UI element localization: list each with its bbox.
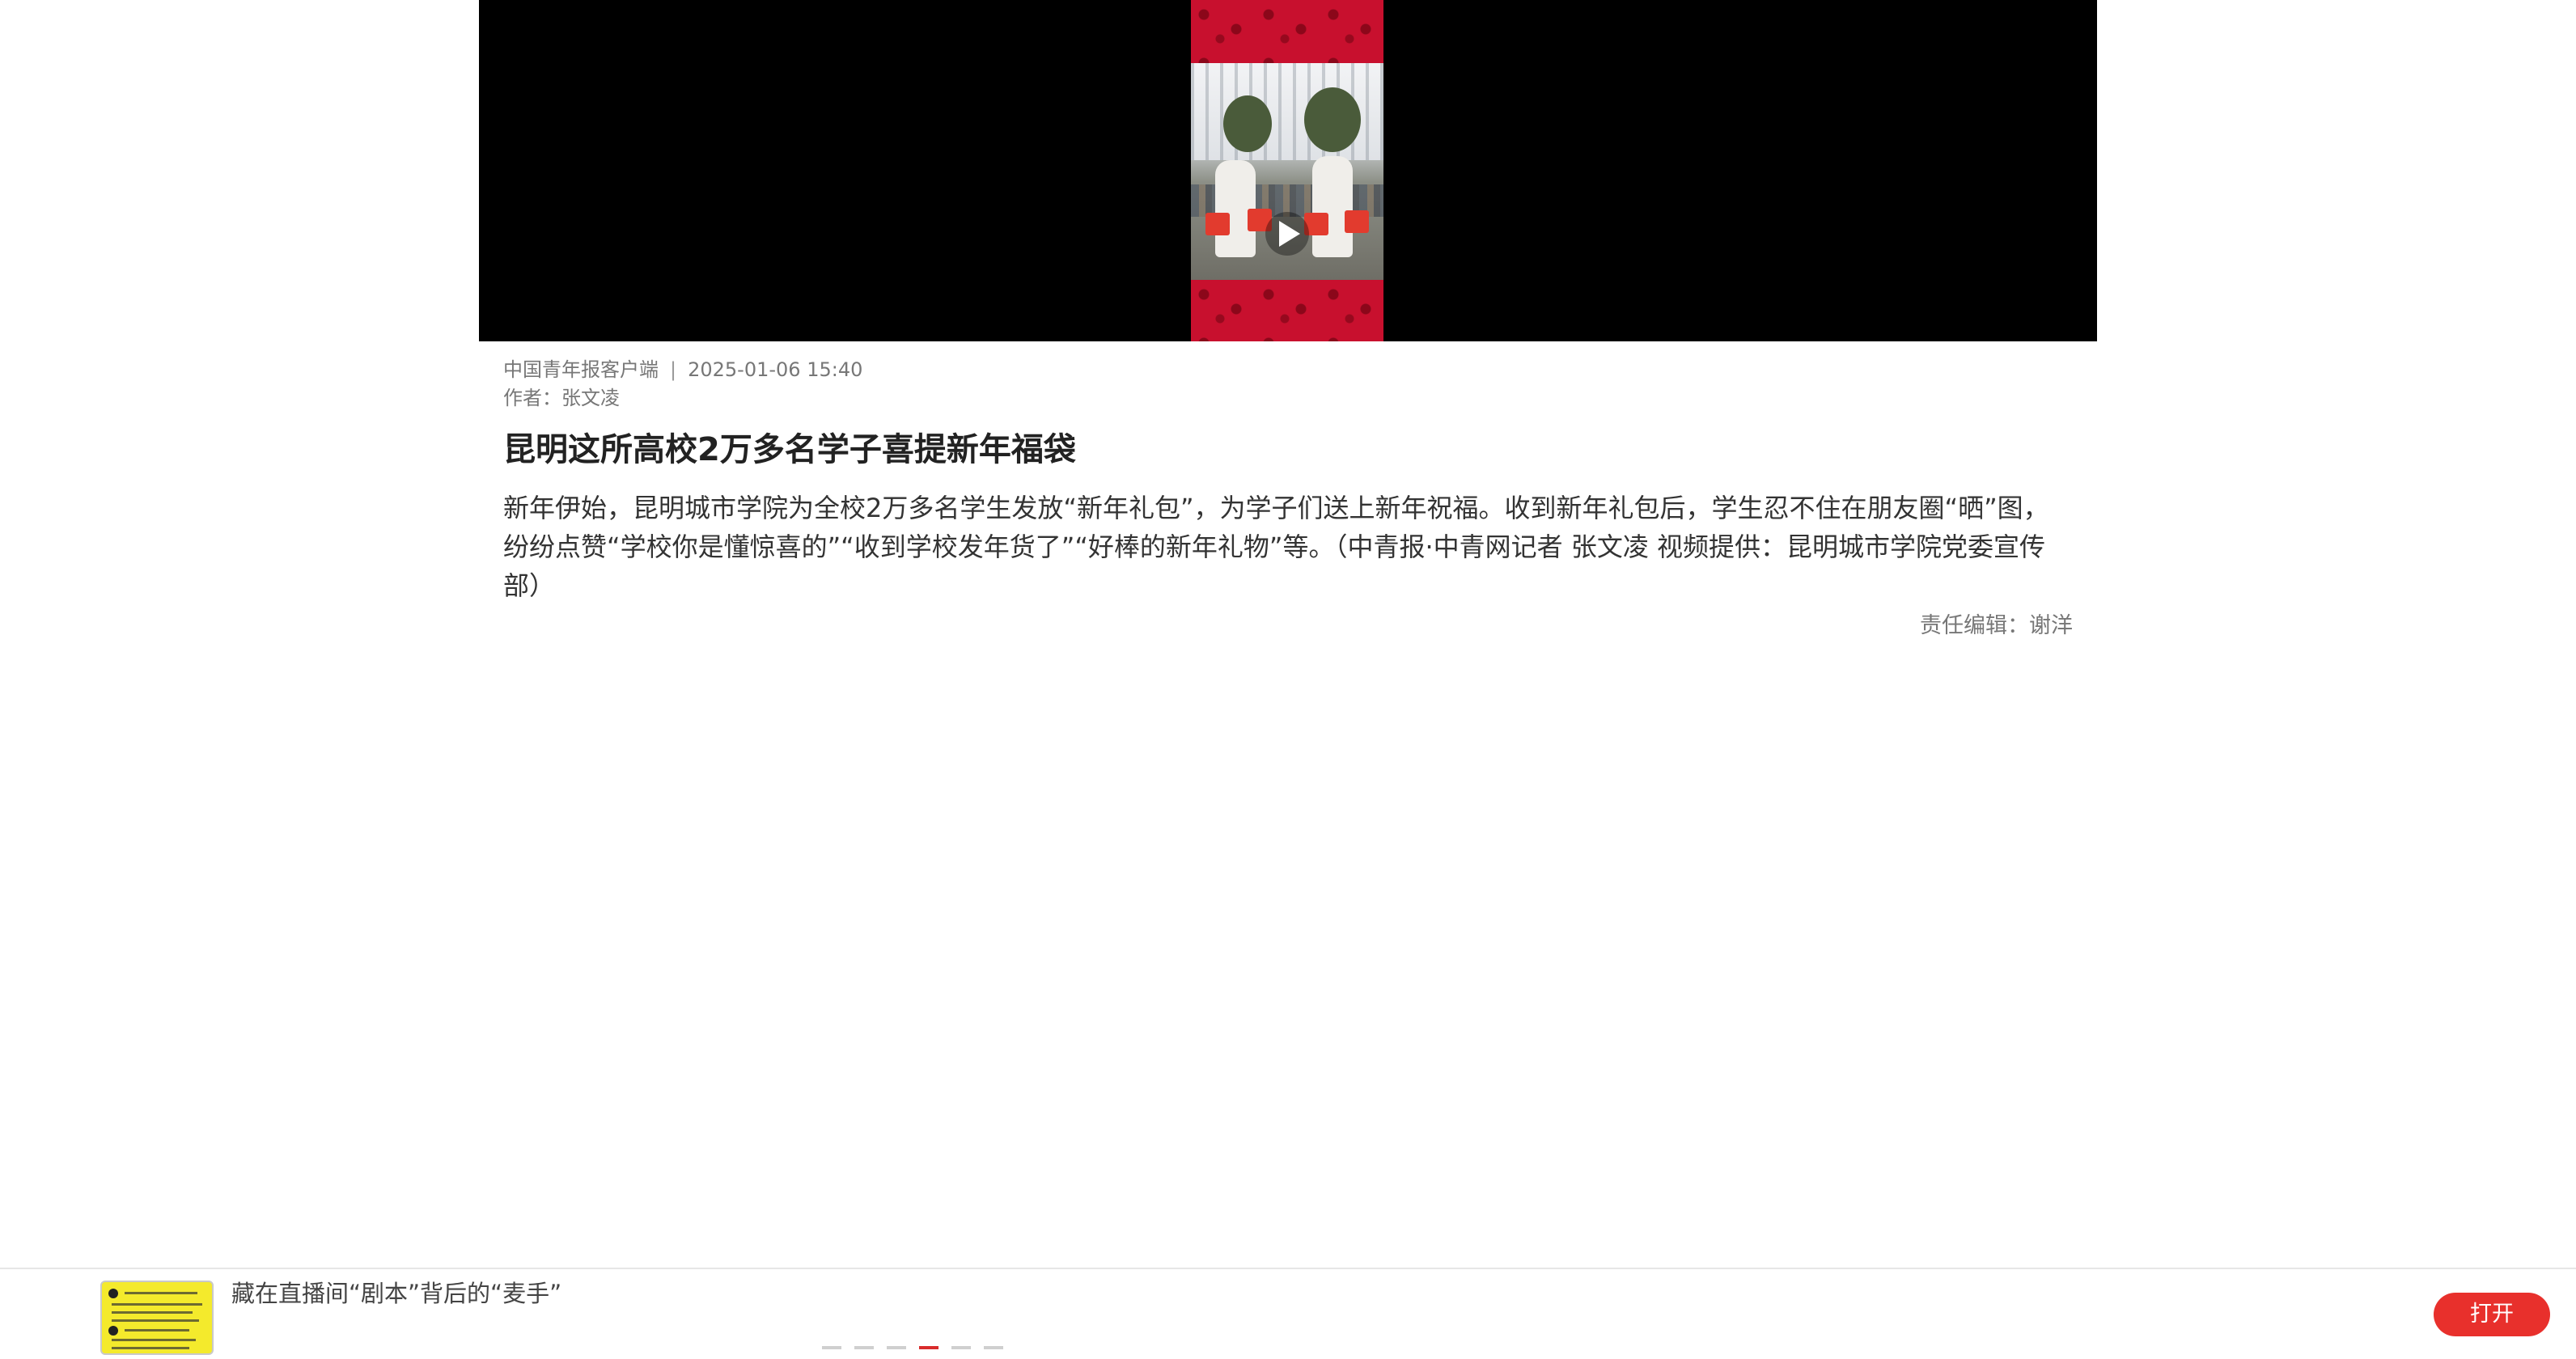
play-icon [1279, 221, 1300, 247]
thumb-text-line [112, 1303, 202, 1306]
article-body: 新年伊始，昆明城市学院为全校2万多名学生发放“新年礼包”，为学子们送上新年祝福。… [503, 493, 2049, 601]
article-title: 昆明这所高校2万多名学子喜提新年福袋 [503, 431, 1076, 468]
carousel-dot[interactable] [822, 1346, 841, 1349]
thumbnail-scene [1191, 63, 1383, 280]
open-app-button[interactable]: 打开 [2434, 1293, 2550, 1336]
carousel-dot[interactable] [984, 1346, 1003, 1349]
carousel-dot[interactable] [887, 1346, 906, 1349]
thumb-bullet-icon [108, 1289, 118, 1298]
thumb-bullet-icon [108, 1326, 118, 1336]
thumb-text-line [125, 1292, 197, 1294]
video-thumbnail[interactable] [1191, 0, 1383, 341]
promo-thumbnail[interactable] [100, 1281, 214, 1355]
thumb-text-line [112, 1319, 199, 1322]
source-line: 中国青年报客户端 | 2025-01-06 15:40 [503, 356, 862, 384]
carousel-dot[interactable] [854, 1346, 874, 1349]
meta-separator: | [670, 358, 677, 381]
carousel-dot[interactable] [919, 1346, 938, 1349]
recommend-bar[interactable]: 藏在直播间“剧本”背后的“麦手” 打开 [0, 1268, 2576, 1359]
responsible-editor: 责任编辑：谢洋 [1920, 613, 2073, 638]
article-source: 中国青年报客户端 [503, 358, 659, 381]
play-button[interactable] [1265, 212, 1309, 256]
scene-tree [1223, 95, 1272, 152]
thumbnail-bottom-pattern [1191, 280, 1383, 341]
thumbnail-top-pattern [1191, 0, 1383, 63]
scene-bag [1345, 210, 1369, 233]
thumb-text-line [112, 1347, 189, 1349]
carousel-indicator [822, 1346, 1003, 1349]
scene-person [1312, 156, 1353, 257]
scene-bag [1205, 213, 1230, 235]
article-meta: 中国青年报客户端 | 2025-01-06 15:40 作者：张文凌 [503, 356, 862, 413]
thumb-text-line [112, 1339, 196, 1341]
article-author: 作者：张文凌 [503, 387, 620, 409]
article-datetime: 2025-01-06 15:40 [688, 358, 863, 381]
scene-tree [1304, 87, 1361, 152]
thumb-text-line [125, 1329, 189, 1331]
thumb-text-line [112, 1311, 193, 1314]
promo-title[interactable]: 藏在直播间“剧本”背后的“麦手” [231, 1277, 561, 1310]
carousel-dot[interactable] [951, 1346, 971, 1349]
page: 中国青年报客户端 | 2025-01-06 15:40 作者：张文凌 昆明这所高校2… [0, 0, 2576, 1359]
video-player[interactable] [479, 0, 2097, 341]
